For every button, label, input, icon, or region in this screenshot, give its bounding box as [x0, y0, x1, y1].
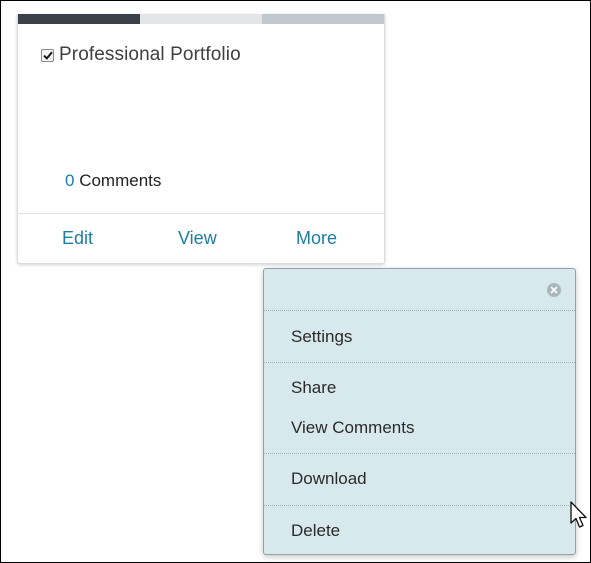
close-icon[interactable] — [547, 283, 561, 297]
card-title-row: Professional Portfolio — [41, 44, 241, 66]
comments-link[interactable]: 0 Comments — [65, 171, 161, 191]
menu-item-share[interactable]: Share — [291, 378, 336, 398]
menu-item-download[interactable]: Download — [291, 469, 367, 489]
card-divider — [18, 213, 384, 214]
menu-item-view-comments[interactable]: View Comments — [291, 418, 414, 438]
card-color-bar — [18, 14, 384, 24]
comments-label: Comments — [79, 171, 162, 190]
card-bar-segment — [262, 14, 384, 24]
menu-separator — [264, 362, 575, 363]
comments-count: 0 — [65, 171, 75, 190]
more-link[interactable]: More — [296, 228, 337, 249]
menu-item-settings[interactable]: Settings — [291, 327, 352, 347]
more-menu-popup: Settings Share View Comments Download De… — [263, 268, 576, 555]
menu-separator — [264, 310, 575, 311]
close-x-glyph — [550, 286, 558, 294]
card-bar-segment — [18, 14, 140, 24]
card-bar-segment — [140, 14, 262, 24]
checkmark-icon — [42, 51, 53, 60]
page-frame: Professional Portfolio 0 Comments Edit V… — [0, 0, 591, 563]
card-title: Professional Portfolio — [59, 44, 241, 65]
portfolio-checkbox[interactable] — [41, 48, 54, 62]
menu-separator — [264, 453, 575, 454]
menu-separator — [264, 505, 575, 506]
view-link[interactable]: View — [178, 228, 217, 249]
mouse-pointer-icon — [570, 501, 587, 528]
menu-item-delete[interactable]: Delete — [291, 521, 340, 541]
edit-link[interactable]: Edit — [62, 228, 93, 249]
portfolio-card: Professional Portfolio 0 Comments Edit V… — [17, 14, 385, 264]
